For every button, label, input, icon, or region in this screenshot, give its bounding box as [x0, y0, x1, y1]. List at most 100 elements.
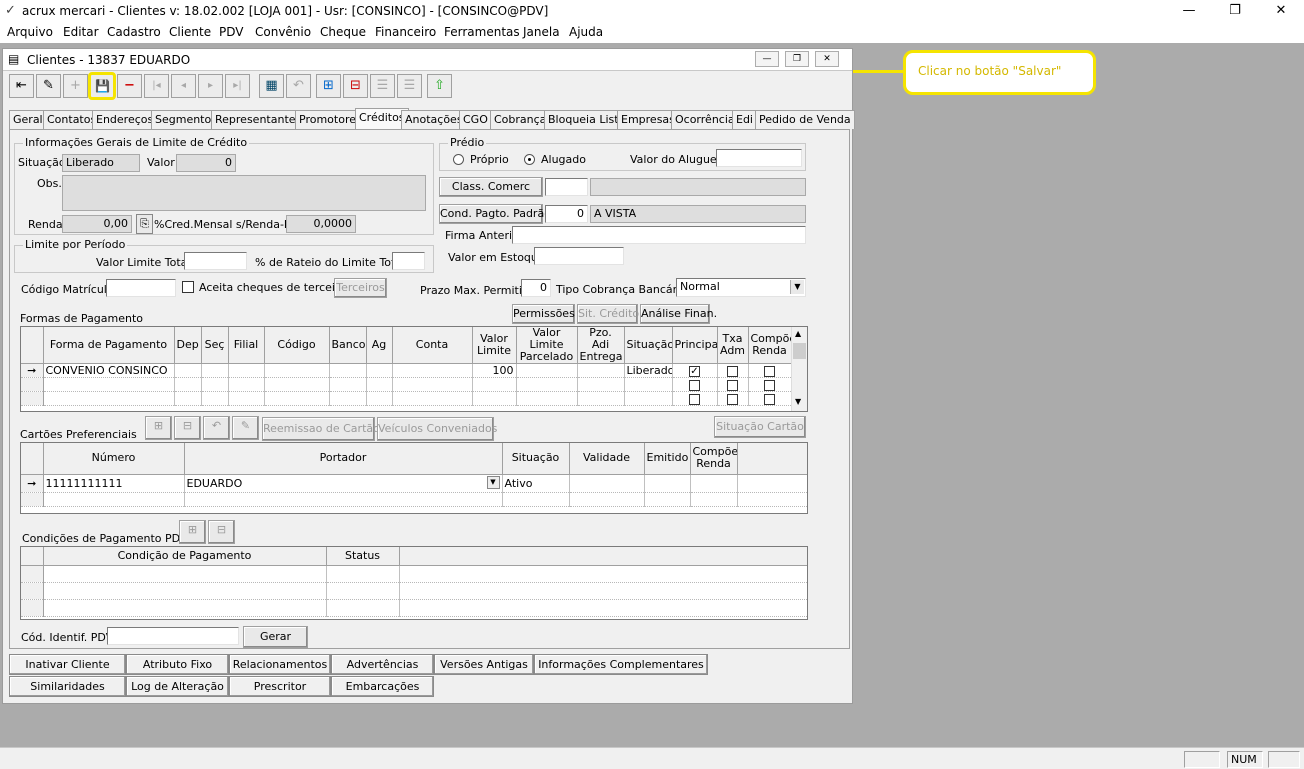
cell-numero[interactable]: 11111111111: [43, 474, 185, 493]
menu-pdv[interactable]: PDV: [219, 25, 243, 39]
scroll-thumb[interactable]: [793, 343, 806, 359]
situacao-cartao-button[interactable]: Situação Cartão: [714, 416, 806, 438]
principal-checkbox[interactable]: [689, 393, 700, 405]
menu-ferramentas[interactable]: Ferramentas: [444, 25, 520, 39]
alugado-radio[interactable]: [524, 154, 535, 165]
informacoes-complementares-button[interactable]: Informações Complementares: [534, 654, 708, 675]
class-comerc-button[interactable]: Class. Comerc: [439, 177, 543, 197]
menu-financeiro[interactable]: Financeiro: [375, 25, 436, 39]
menu-cheque[interactable]: Cheque: [320, 25, 366, 39]
tab-anotacoes[interactable]: Anotações: [401, 110, 467, 129]
child-maximize-button[interactable]: ❐: [785, 51, 809, 67]
txa-adm-checkbox[interactable]: [727, 379, 738, 391]
permissoes-button[interactable]: Permissões: [512, 304, 575, 324]
tab-geral[interactable]: Geral: [9, 110, 47, 129]
cell-situacao[interactable]: Liberado: [624, 363, 673, 378]
cond-pagto-code-field[interactable]: 0: [545, 205, 588, 223]
cartao-remove-icon[interactable]: ⊟: [174, 416, 201, 440]
child-close-button[interactable]: ✕: [815, 51, 839, 67]
last-icon[interactable]: ▸|: [225, 74, 250, 98]
firma-anterior-field[interactable]: [512, 226, 806, 244]
table-row[interactable]: [21, 391, 792, 406]
rateio-field[interactable]: [392, 252, 425, 270]
minimize-button[interactable]: —: [1166, 0, 1212, 23]
maximize-button[interactable]: ❐: [1212, 0, 1258, 23]
analise-finan-button[interactable]: Análise Finan.: [640, 304, 717, 324]
cond-pagto-padrao-button[interactable]: Cond. Pagto. Padrão: [439, 204, 551, 224]
prazo-max-field[interactable]: 0: [521, 279, 551, 297]
cell-situacao[interactable]: Ativo: [502, 474, 570, 493]
prescritor-button[interactable]: Prescritor: [229, 676, 331, 697]
table-row[interactable]: [21, 492, 807, 507]
remove-record-icon[interactable]: ⊟: [343, 74, 368, 98]
delete-icon[interactable]: −: [117, 74, 142, 98]
menu-ajuda[interactable]: Ajuda: [569, 25, 603, 39]
table-row[interactable]: [21, 599, 807, 617]
export-icon[interactable]: ⇧: [427, 74, 452, 98]
tab-representantes[interactable]: Representantes: [211, 110, 306, 129]
advertencias-button[interactable]: Advertências: [331, 654, 434, 675]
log-alteracao-button[interactable]: Log de Alteração: [126, 676, 229, 697]
calculator-icon[interactable]: ⎘: [136, 214, 153, 234]
table-row[interactable]: ➞ CONVENIO CONSINCO 100 Liberado ✓: [21, 363, 792, 378]
tab-empresas[interactable]: Empresas: [617, 110, 679, 129]
veiculos-conveniados-button[interactable]: Veículos Conveniados: [377, 417, 497, 441]
menu-cadastro[interactable]: Cadastro: [107, 25, 161, 39]
atributo-fixo-button[interactable]: Atributo Fixo: [126, 654, 229, 675]
condicao-remove-icon[interactable]: ⊟: [208, 520, 235, 544]
relacionamentos-button[interactable]: Relacionamentos: [229, 654, 331, 675]
compoe-renda-checkbox[interactable]: [764, 365, 775, 377]
cartao-undo-icon[interactable]: ↶: [203, 416, 230, 440]
inativar-cliente-button[interactable]: Inativar Cliente: [9, 654, 126, 675]
tab-pedido-de-venda[interactable]: Pedido de Venda: [755, 110, 855, 129]
cartao-add-icon[interactable]: ⊞: [145, 416, 172, 440]
menu-editar[interactable]: Editar: [63, 25, 99, 39]
valor-estoque-field[interactable]: [534, 247, 624, 265]
embarcacoes-button[interactable]: Embarcações: [331, 676, 434, 697]
cartao-edit-icon[interactable]: ✎: [232, 416, 259, 440]
table-row[interactable]: [21, 582, 807, 600]
terceiros-button[interactable]: Terceiros: [334, 278, 387, 298]
valor-aluguel-field[interactable]: [716, 149, 802, 167]
close-button[interactable]: ✕: [1258, 0, 1304, 23]
chevron-down-icon[interactable]: ▼: [486, 475, 500, 489]
principal-checkbox[interactable]: [689, 379, 700, 391]
gerar-button[interactable]: Gerar: [243, 626, 308, 648]
tab-edi[interactable]: Edi: [732, 110, 757, 129]
aceita-cheques-checkbox[interactable]: [182, 281, 194, 293]
cell-portador[interactable]: EDUARDO: [187, 477, 243, 490]
next-icon[interactable]: ▸: [198, 74, 223, 98]
compoe-renda-checkbox[interactable]: [764, 379, 775, 391]
class-comerc-code-field[interactable]: [545, 178, 588, 196]
cod-identif-field[interactable]: [107, 627, 239, 645]
proprio-radio[interactable]: [453, 154, 464, 165]
cell-forma[interactable]: CONVENIO CONSINCO: [43, 363, 175, 378]
exit-icon[interactable]: ⇤: [9, 74, 34, 98]
sit-credito-button[interactable]: Sit. Crédito: [577, 304, 639, 324]
menu-cliente[interactable]: Cliente: [169, 25, 211, 39]
principal-checkbox[interactable]: ✓: [689, 365, 700, 377]
versoes-antigas-button[interactable]: Versões Antigas: [434, 654, 534, 675]
txa-adm-checkbox[interactable]: [727, 365, 738, 377]
scroll-up-icon[interactable]: ▲: [795, 329, 801, 338]
formas-scrollbar[interactable]: ▲ ▼: [791, 327, 807, 411]
grid-icon[interactable]: ▦: [259, 74, 284, 98]
tab-cgo[interactable]: CGO: [459, 110, 492, 129]
valor-limite-field[interactable]: [184, 252, 247, 270]
tab-ocorrencia[interactable]: Ocorrência: [671, 110, 739, 129]
menu-janela[interactable]: Janela: [523, 25, 560, 39]
edit-icon[interactable]: ✎: [36, 74, 61, 98]
condicao-add-icon[interactable]: ⊞: [179, 520, 206, 544]
reemissao-cartao-button[interactable]: Reemissao de Cartão: [262, 417, 380, 441]
cell-valor-limite[interactable]: 100: [472, 363, 517, 378]
first-icon[interactable]: |◂: [144, 74, 169, 98]
codigo-matricula-field[interactable]: [106, 279, 176, 297]
new-icon[interactable]: +: [63, 74, 88, 98]
table-row[interactable]: ➞ 11111111111 EDUARDO ▼ Ativo: [21, 474, 807, 493]
tab-cobranca[interactable]: Cobrança: [490, 110, 551, 129]
txa-adm-checkbox[interactable]: [727, 393, 738, 405]
undo-icon[interactable]: ↶: [286, 74, 311, 98]
menu-arquivo[interactable]: Arquivo: [7, 25, 53, 39]
list-icon[interactable]: ☰: [370, 74, 395, 98]
chevron-down-icon[interactable]: ▼: [790, 280, 804, 294]
